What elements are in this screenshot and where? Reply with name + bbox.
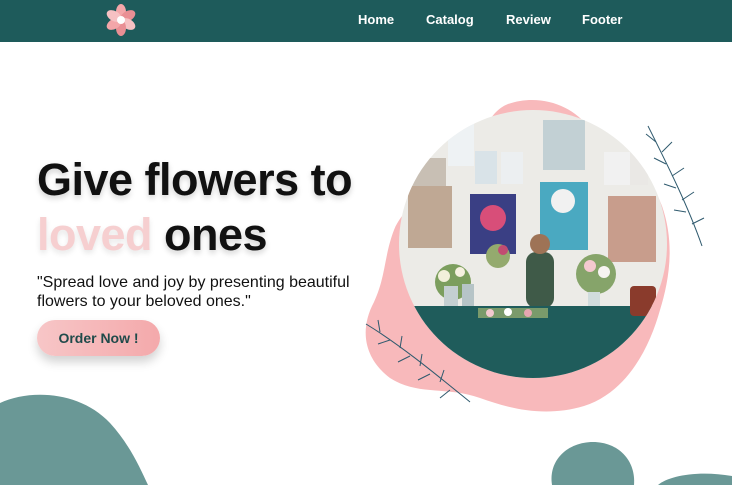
top-navbar: Home Catalog Review Footer xyxy=(0,0,732,42)
nav-home[interactable]: Home xyxy=(358,12,394,27)
hero-title-ones: ones xyxy=(152,209,268,260)
hero-title-line1: Give flowers to xyxy=(37,154,353,205)
hero-title: Give flowers to loved ones xyxy=(37,152,353,262)
nav-catalog[interactable]: Catalog xyxy=(426,12,474,27)
flower-logo-icon[interactable] xyxy=(102,2,140,38)
hero-image-group xyxy=(358,96,710,416)
nav-review[interactable]: Review xyxy=(506,12,551,27)
nav-footer[interactable]: Footer xyxy=(582,12,622,27)
teal-blob-right xyxy=(548,440,732,485)
teal-blob-left xyxy=(0,393,160,485)
hero-title-loved: loved xyxy=(37,209,153,260)
order-now-button[interactable]: Order Now ! xyxy=(37,320,160,356)
hero-subtitle: "Spread love and joy by presenting beaut… xyxy=(37,274,350,310)
